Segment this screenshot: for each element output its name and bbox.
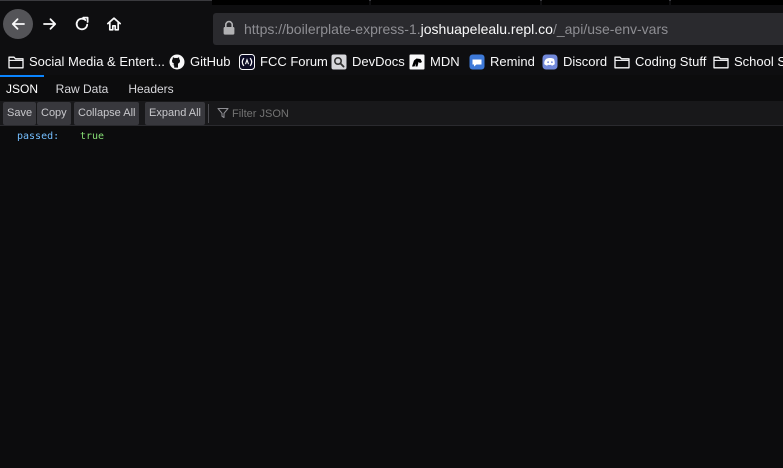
forward-button[interactable] bbox=[35, 9, 65, 39]
bookmark-coding-stuff-folder[interactable]: Coding Stuff bbox=[614, 48, 706, 75]
tab-raw-data[interactable]: Raw Data bbox=[50, 75, 114, 101]
navigation-toolbar: https://boilerplate-express-1.joshuapele… bbox=[0, 0, 783, 48]
url-domain: joshuapelealu.repl.co bbox=[420, 21, 553, 37]
bookmark-fcc-forum[interactable]: FCC Forum bbox=[239, 48, 328, 75]
background-tab[interactable] bbox=[212, 0, 369, 5]
folder-icon bbox=[614, 54, 630, 70]
tab-headers[interactable]: Headers bbox=[120, 75, 182, 101]
json-toolbar: Save Copy Collapse All Expand All bbox=[0, 101, 783, 126]
remind-icon bbox=[469, 54, 485, 70]
collapse-all-button[interactable]: Collapse All bbox=[74, 102, 140, 125]
reload-button[interactable] bbox=[67, 9, 97, 39]
json-viewer-tabs: JSON Raw Data Headers bbox=[0, 75, 783, 101]
bookmark-label: Remind bbox=[490, 54, 535, 69]
bookmark-mdn[interactable]: MDN bbox=[409, 48, 460, 75]
folder-icon bbox=[8, 54, 24, 70]
bookmark-label: Discord bbox=[563, 54, 608, 69]
reload-icon bbox=[75, 16, 89, 31]
toolbar-divider bbox=[208, 104, 209, 123]
lock-icon bbox=[223, 20, 235, 35]
address-bar[interactable]: https://boilerplate-express-1.joshuapele… bbox=[213, 13, 783, 45]
expand-all-button[interactable]: Expand All bbox=[145, 102, 205, 125]
json-value: true bbox=[80, 131, 105, 142]
bookmark-devdocs[interactable]: DevDocs bbox=[331, 48, 405, 75]
bookmark-label: FCC Forum bbox=[260, 54, 328, 69]
arrow-left-icon bbox=[11, 18, 25, 30]
filter-icon bbox=[217, 107, 229, 119]
bookmark-remind[interactable]: Remind bbox=[469, 48, 535, 75]
home-button[interactable] bbox=[99, 9, 129, 39]
folder-icon bbox=[713, 54, 729, 70]
home-icon bbox=[106, 17, 122, 31]
github-icon bbox=[169, 54, 185, 70]
bookmark-label: MDN bbox=[430, 54, 460, 69]
bookmark-label: School St bbox=[734, 54, 783, 69]
discord-icon bbox=[542, 54, 558, 70]
url-prefix: https://boilerplate-express-1. bbox=[244, 21, 421, 37]
url-text: https://boilerplate-express-1.joshuapele… bbox=[244, 13, 668, 45]
background-tab[interactable] bbox=[671, 0, 783, 5]
arrow-right-icon bbox=[43, 18, 57, 30]
devdocs-icon bbox=[331, 54, 347, 70]
background-tab[interactable] bbox=[371, 0, 540, 5]
url-path: /_api/use-env-vars bbox=[552, 21, 669, 37]
bookmark-school-folder[interactable]: School St bbox=[713, 48, 783, 75]
filter-json-input[interactable] bbox=[232, 103, 432, 124]
bookmarks-toolbar: Social Media & Entert... GitHub FCC Foru… bbox=[0, 48, 783, 75]
fcc-icon bbox=[239, 53, 255, 70]
copy-button[interactable]: Copy bbox=[37, 102, 71, 125]
bookmark-label: GitHub bbox=[190, 54, 231, 69]
bookmark-label: Coding Stuff bbox=[635, 54, 707, 69]
back-button[interactable] bbox=[3, 9, 33, 39]
bookmark-social-media-folder[interactable]: Social Media & Entert... bbox=[8, 48, 165, 75]
json-key[interactable]: passed: bbox=[17, 129, 59, 145]
bookmark-label: Social Media & Entert... bbox=[29, 54, 165, 69]
tab-json[interactable]: JSON bbox=[0, 75, 44, 101]
bookmark-label: DevDocs bbox=[352, 54, 405, 69]
json-tree: passed: true bbox=[0, 126, 783, 468]
bookmark-discord[interactable]: Discord bbox=[542, 48, 607, 75]
bookmark-github[interactable]: GitHub bbox=[169, 48, 230, 75]
background-tab[interactable] bbox=[542, 0, 669, 5]
save-button[interactable]: Save bbox=[3, 102, 37, 125]
mdn-icon bbox=[409, 54, 425, 70]
